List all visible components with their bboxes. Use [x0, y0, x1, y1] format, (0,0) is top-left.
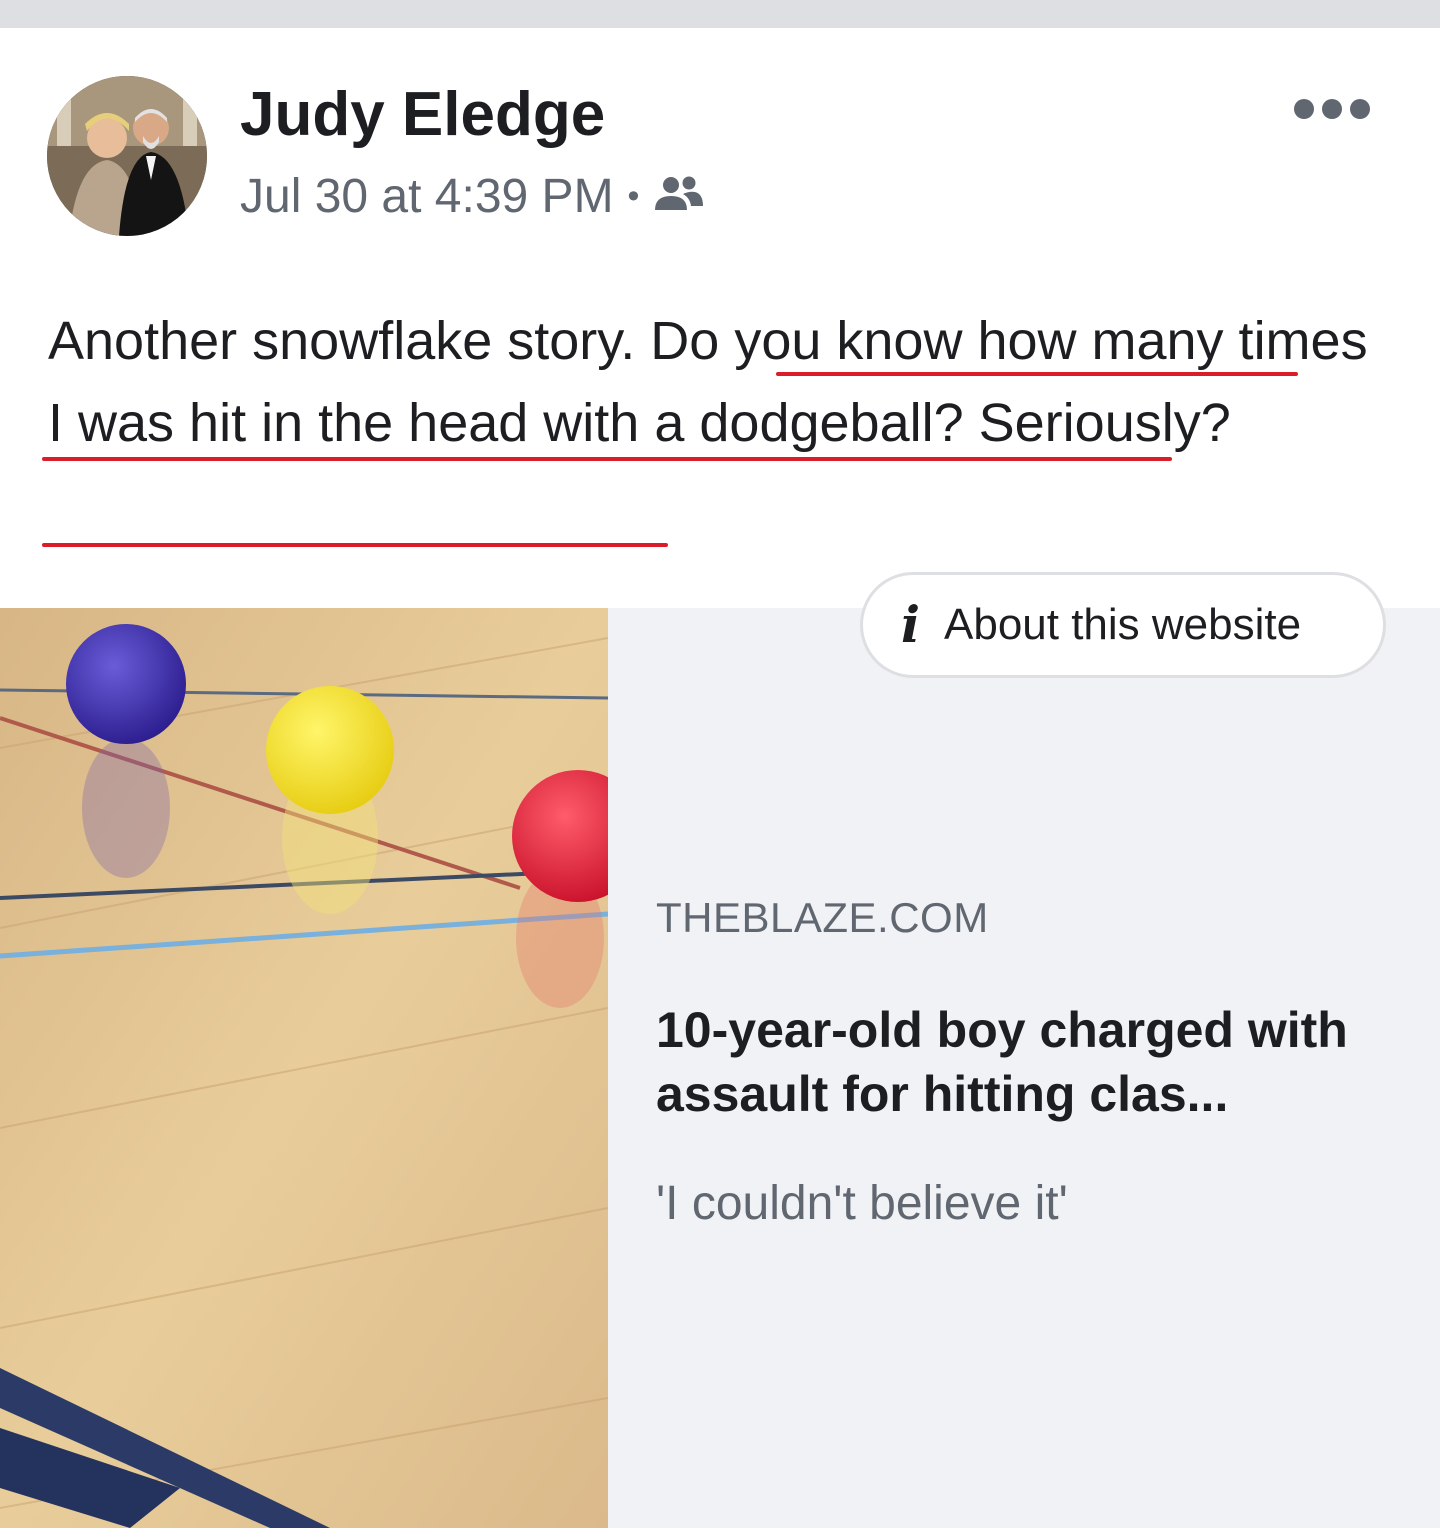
info-icon: i [901, 595, 920, 654]
post-text: Another snowflake story. Do you know how… [48, 300, 1388, 464]
about-this-website-button[interactable]: i About this website [860, 572, 1386, 678]
link-description: 'I couldn't believe it' [656, 1177, 1068, 1230]
link-preview-card[interactable]: THEBLAZE.COM 10-year-old boy charged wit… [0, 608, 1440, 1528]
post-meta: Jul 30 at 4:39 PM • [240, 168, 705, 224]
post-text-plain: Another snowflake story. [48, 311, 651, 371]
link-preview-image[interactable] [0, 608, 608, 1528]
top-separator [0, 0, 1440, 28]
red-underline [776, 372, 1298, 376]
about-this-website-label: About this website [944, 600, 1302, 649]
link-preview-info[interactable]: THEBLAZE.COM 10-year-old boy charged wit… [608, 608, 1440, 1528]
link-domain: THEBLAZE.COM [656, 894, 989, 941]
link-title[interactable]: 10-year-old boy charged with assault for… [656, 998, 1396, 1126]
post-timestamp[interactable]: Jul 30 at 4:39 PM [240, 169, 614, 224]
more-dots-icon [1350, 99, 1370, 119]
post-author-name[interactable]: Judy Eledge [240, 80, 605, 150]
more-dots-icon [1294, 99, 1314, 119]
friends-icon[interactable] [653, 174, 705, 218]
more-dots-icon [1322, 99, 1342, 119]
avatar[interactable] [47, 76, 207, 236]
meta-separator: • [627, 176, 640, 215]
avatar-photo [47, 76, 207, 236]
post-header: Judy Eledge Jul 30 at 4:39 PM • [0, 28, 1440, 268]
red-underline [42, 543, 668, 547]
red-underline [42, 457, 1172, 461]
more-options-button[interactable] [1294, 94, 1370, 124]
